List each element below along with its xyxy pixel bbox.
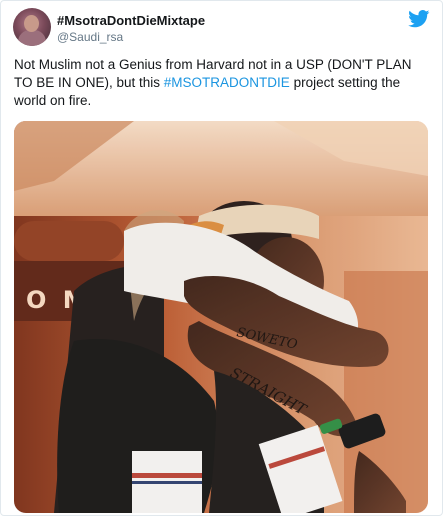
display-name[interactable]: #MsotraDontDieMixtape bbox=[57, 13, 205, 29]
avatar[interactable] bbox=[13, 8, 51, 46]
twitter-bird-icon[interactable] bbox=[408, 10, 430, 28]
tweet-photo[interactable]: O M E SOWETO STRAIGHT bbox=[14, 121, 428, 513]
tweet-text: Not Muslim not a Genius from Harvard not… bbox=[14, 56, 424, 110]
avatar-face bbox=[24, 15, 39, 32]
hashtag-link[interactable]: #MSOTRADONTDIE bbox=[164, 75, 290, 90]
author-info: #MsotraDontDieMixtape @Saudi_rsa bbox=[57, 13, 205, 45]
photo-illustration: O M E SOWETO STRAIGHT bbox=[14, 121, 428, 513]
avatar-figure bbox=[18, 30, 46, 46]
tweet-header: #MsotraDontDieMixtape @Saudi_rsa bbox=[13, 8, 430, 48]
tweet-card: #MsotraDontDieMixtape @Saudi_rsa Not Mus… bbox=[0, 0, 443, 516]
user-handle[interactable]: @Saudi_rsa bbox=[57, 29, 205, 45]
